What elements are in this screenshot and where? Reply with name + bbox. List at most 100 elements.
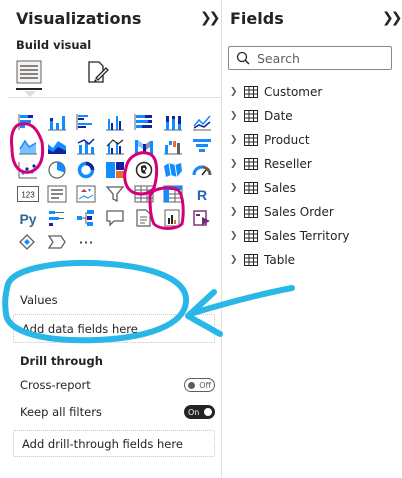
build-visual-label: Build visual: [16, 38, 92, 52]
chevron-right-icon[interactable]: ❯: [230, 159, 242, 169]
power-apps-icon[interactable]: [189, 206, 215, 230]
slicer-icon[interactable]: [102, 182, 128, 206]
card-icon[interactable]: 123: [15, 182, 41, 206]
keep-filters-toggle[interactable]: On: [184, 405, 215, 419]
search-icon: [236, 51, 250, 65]
qa-visual-icon[interactable]: [102, 206, 128, 230]
values-drop-zone[interactable]: Add data fields here: [13, 314, 215, 343]
table-icon: [244, 206, 258, 218]
field-table-row[interactable]: ❯ Product: [230, 130, 310, 150]
more-text: ···: [78, 232, 94, 252]
table-icon: [244, 182, 258, 194]
keep-filters-label: Keep all filters: [20, 405, 102, 419]
chevron-right-icon[interactable]: ❯: [230, 255, 242, 265]
field-table-row[interactable]: ❯ Table: [230, 250, 295, 270]
visuals-gallery: 123 R Py ···: [15, 110, 215, 254]
scatter-chart-icon[interactable]: [15, 158, 41, 182]
paginated-report-icon[interactable]: [160, 206, 186, 230]
waterfall-chart-icon[interactable]: [160, 134, 186, 158]
line-and-stacked-column-chart-icon[interactable]: [73, 134, 99, 158]
table-name: Date: [264, 109, 293, 123]
drill-through-placeholder: Add drill-through fields here: [22, 437, 183, 451]
chevron-right-icon[interactable]: ❯: [230, 111, 242, 121]
build-visual-tab[interactable]: [16, 58, 42, 86]
build-visual-grid-icon: [16, 60, 42, 84]
stacked-column-chart-icon[interactable]: [44, 110, 70, 134]
pie-chart-icon[interactable]: [44, 158, 70, 182]
table-name: Reseller: [264, 157, 312, 171]
search-input[interactable]: Search: [228, 46, 392, 70]
table-icon[interactable]: [131, 182, 157, 206]
format-visual-tab[interactable]: [84, 58, 110, 86]
values-placeholder: Add data fields here: [22, 322, 138, 336]
values-label: Values: [20, 293, 58, 307]
clustered-column-chart-icon[interactable]: [102, 110, 128, 134]
ribbon-chart-icon[interactable]: [131, 134, 157, 158]
cross-report-toggle[interactable]: Off: [184, 378, 215, 392]
100-stacked-column-chart-icon[interactable]: [160, 110, 186, 134]
field-table-row[interactable]: ❯ Sales Territory: [230, 226, 350, 246]
cross-report-state: Off: [199, 380, 211, 390]
visualizations-pane: Visualizations ❯❯ Build visual 123 R Py …: [8, 0, 222, 478]
chevron-right-icon[interactable]: ❯: [230, 207, 242, 217]
drill-through-drop-zone[interactable]: Add drill-through fields here: [13, 430, 215, 457]
decomposition-tree-icon[interactable]: [73, 206, 99, 230]
drill-through-label: Drill through: [20, 354, 103, 368]
py-text: Py: [19, 211, 36, 227]
table-name: Customer: [264, 85, 323, 99]
field-table-row[interactable]: ❯ Customer: [230, 82, 322, 102]
line-chart-icon[interactable]: [189, 110, 215, 134]
r-text: R: [197, 187, 207, 203]
fields-title: Fields: [230, 9, 284, 28]
area-chart-icon[interactable]: [15, 134, 41, 158]
more-visuals-icon[interactable]: ···: [73, 230, 99, 254]
double-chevron-right-icon[interactable]: ❯❯: [200, 10, 221, 26]
table-icon: [244, 134, 258, 146]
multi-row-card-icon[interactable]: [44, 182, 70, 206]
key-influencers-icon[interactable]: [44, 206, 70, 230]
chevron-right-icon[interactable]: ❯: [230, 231, 242, 241]
line-and-clustered-column-chart-icon[interactable]: [102, 134, 128, 158]
arcgis-map-icon[interactable]: [44, 230, 70, 254]
table-icon: [244, 254, 258, 266]
smart-narrative-icon[interactable]: [131, 206, 157, 230]
clustered-bar-chart-icon[interactable]: [73, 110, 99, 134]
double-chevron-right-icon[interactable]: ❯❯: [382, 10, 402, 26]
stacked-area-chart-icon[interactable]: [44, 134, 70, 158]
field-table-row[interactable]: ❯ Reseller: [230, 154, 312, 174]
map-icon[interactable]: [131, 158, 157, 182]
table-icon: [244, 230, 258, 242]
table-name: Sales Territory: [264, 229, 350, 243]
field-table-row[interactable]: ❯ Sales Order: [230, 202, 334, 222]
python-visual-icon[interactable]: Py: [15, 206, 41, 230]
chevron-right-icon[interactable]: ❯: [230, 183, 242, 193]
matrix-icon[interactable]: [160, 182, 186, 206]
format-paintbrush-icon: [88, 61, 109, 83]
keep-filters-state: On: [188, 407, 200, 417]
visualizations-title: Visualizations: [16, 9, 142, 28]
chevron-right-icon[interactable]: ❯: [230, 135, 242, 145]
search-placeholder: Search: [257, 51, 300, 66]
treemap-icon[interactable]: [102, 158, 128, 182]
table-icon: [244, 86, 258, 98]
cross-report-label: Cross-report: [20, 378, 91, 392]
field-table-row[interactable]: ❯ Sales: [230, 178, 296, 198]
chevron-right-icon[interactable]: ❯: [230, 87, 242, 97]
field-table-row[interactable]: ❯ Date: [230, 106, 293, 126]
table-icon: [244, 110, 258, 122]
funnel-chart-icon[interactable]: [189, 134, 215, 158]
active-tab-underline: [16, 88, 42, 90]
gauge-icon[interactable]: [189, 158, 215, 182]
card-text: 123: [21, 191, 35, 200]
table-icon: [244, 158, 258, 170]
100-stacked-bar-chart-icon[interactable]: [131, 110, 157, 134]
table-name: Product: [264, 133, 310, 147]
power-automate-icon[interactable]: [15, 230, 41, 254]
toggle-knob: [188, 382, 195, 389]
filled-map-icon[interactable]: [160, 158, 186, 182]
r-script-visual-icon[interactable]: R: [189, 182, 215, 206]
stacked-bar-chart-icon[interactable]: [15, 110, 41, 134]
donut-chart-icon[interactable]: [73, 158, 99, 182]
kpi-icon[interactable]: [73, 182, 99, 206]
pane-divider: [8, 97, 221, 98]
